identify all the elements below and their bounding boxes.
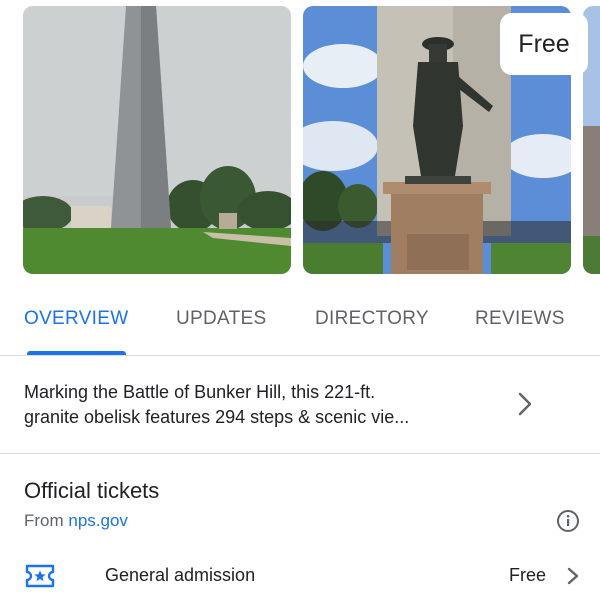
source-link[interactable]: nps.gov [68, 511, 128, 530]
tab-overview[interactable]: OVERVIEW [24, 308, 128, 330]
info-icon[interactable] [556, 509, 580, 533]
tab-directory[interactable]: DIRECTORY [315, 308, 429, 330]
place-description[interactable]: Marking the Battle of Bunker Hill, this … [24, 380, 494, 430]
source-prefix: From [24, 511, 69, 530]
ticket-item-price: Free [509, 565, 547, 585]
chevron-right-icon[interactable] [513, 390, 537, 418]
chevron-right-icon[interactable] [565, 566, 581, 586]
divider [0, 355, 600, 356]
tickets-heading: Official tickets [24, 478, 160, 503]
description-line: granite obelisk features 294 steps & sce… [24, 407, 410, 427]
photo-carousel[interactable]: Free [0, 0, 600, 274]
tab-bar: OVERVIEW UPDATES DIRECTORY REVIEWS [0, 296, 600, 356]
ticket-icon [25, 564, 55, 588]
tab-reviews[interactable]: REVIEWS [475, 308, 565, 330]
tab-updates[interactable]: UPDATES [176, 308, 266, 330]
obelisk-photo[interactable] [23, 6, 291, 274]
description-line: Marking the Battle of Bunker Hill, this … [24, 382, 376, 402]
tickets-source: From nps.gov [24, 511, 128, 531]
ticket-item-label[interactable]: General admission [105, 565, 255, 586]
free-badge: Free [500, 13, 588, 75]
divider [0, 453, 600, 454]
